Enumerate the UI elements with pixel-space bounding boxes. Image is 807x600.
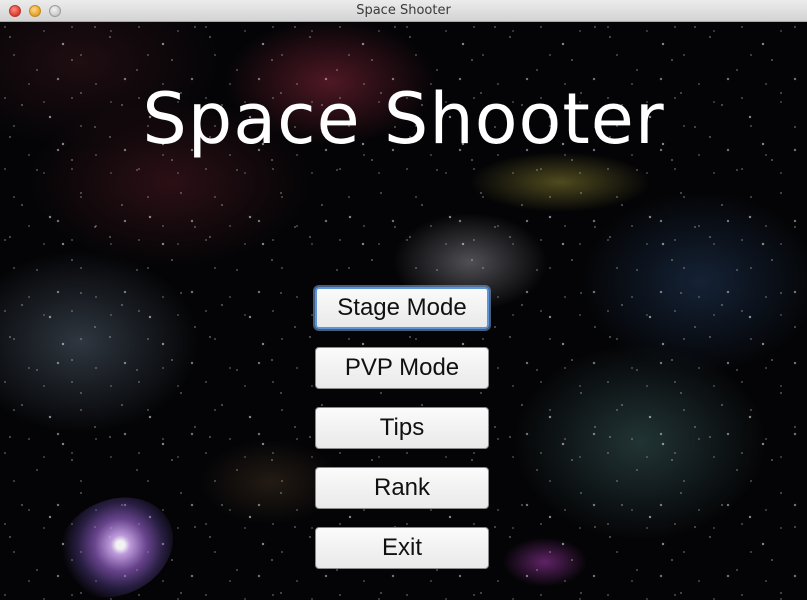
main-menu: Stage Mode PVP Mode Tips Rank Exit [315,287,489,587]
tips-button[interactable]: Tips [315,407,489,449]
rank-button[interactable]: Rank [315,467,489,509]
title-bar[interactable]: Space Shooter [0,0,807,22]
game-title: Space Shooter [142,78,665,160]
exit-button[interactable]: Exit [315,527,489,569]
game-window: Space Shooter Space Shooter Stage Mode P… [0,0,807,600]
game-canvas: Space Shooter Stage Mode PVP Mode Tips R… [0,22,807,600]
pvp-mode-button[interactable]: PVP Mode [315,347,489,389]
window-title: Space Shooter [356,3,451,18]
stage-mode-button[interactable]: Stage Mode [315,287,489,329]
